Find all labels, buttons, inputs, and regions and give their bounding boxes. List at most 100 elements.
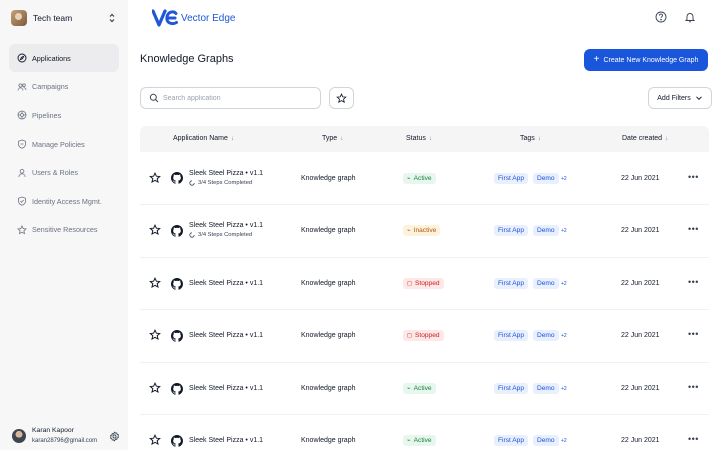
sort-icon: ↓ — [340, 135, 344, 142]
add-filters-button[interactable]: Add Filters — [648, 87, 712, 109]
more-options-icon[interactable]: ••• — [688, 382, 699, 392]
application-name[interactable]: Sleek Steel Pizza • v1.1 — [189, 332, 263, 339]
search-icon — [149, 93, 159, 103]
sidebar-item-users-roles[interactable]: Users & Roles — [9, 158, 119, 187]
favorite-star-icon[interactable] — [149, 434, 161, 446]
more-options-icon[interactable]: ••• — [688, 172, 699, 182]
date-created: 22 Jun 2021 — [621, 174, 660, 182]
favorite-star-icon[interactable] — [149, 171, 161, 184]
type-cell: Knowledge graph — [301, 227, 356, 234]
table-row[interactable]: Sleek Steel Pizza • v1.1 Knowledge graph… — [140, 310, 709, 363]
more-tags-count[interactable]: +2 — [561, 386, 567, 392]
application-name[interactable]: Sleek Steel Pizza • v1.1 — [189, 437, 263, 444]
user-email: karan28796@gmail.com — [32, 438, 98, 444]
team-logo — [11, 10, 27, 26]
search-box[interactable] — [140, 87, 321, 109]
table-row[interactable]: Sleek Steel Pizza • v1.1 Knowledge graph… — [140, 258, 709, 310]
more-options-icon[interactable]: ••• — [688, 434, 699, 444]
tag-badge[interactable]: First App — [494, 382, 529, 394]
table-row[interactable]: Sleek Steel Pizza • v1.1 3/4 Steps Compl… — [140, 153, 709, 205]
plus-icon: + — [593, 54, 600, 65]
github-icon — [171, 172, 183, 184]
more-options-icon[interactable]: ••• — [688, 329, 699, 339]
more-tags-count[interactable]: +2 — [561, 176, 567, 182]
star-icon — [336, 92, 347, 103]
application-name[interactable]: Sleek Steel Pizza • v1.1 — [189, 222, 263, 229]
chevron-down-icon — [695, 96, 702, 101]
tag-badge[interactable]: First App — [494, 225, 529, 236]
sidebar-item-label: Pipelines — [32, 110, 62, 120]
team-name: Tech team — [33, 13, 73, 23]
column-header-tags[interactable]: Tags ↓ — [520, 135, 541, 142]
table-header: Application Name ↓ Type ↓ Status ↓ Tags ↓ Da… — [140, 126, 709, 152]
activity-icon: ⌁ — [407, 228, 411, 234]
tag-badge[interactable]: First App — [494, 172, 529, 184]
steps-text: 3/4 Steps Completed — [198, 232, 253, 238]
activity-icon: ⌁ — [407, 385, 411, 392]
more-options-icon[interactable]: ••• — [688, 277, 699, 287]
tag-badge[interactable]: First App — [494, 277, 529, 289]
type-cell: Knowledge graph — [301, 174, 356, 182]
column-header-name[interactable]: Application Name ↓ — [173, 135, 234, 142]
favorites-filter-button[interactable] — [329, 87, 354, 109]
status-badge: ◻ Stopped — [403, 277, 444, 289]
tag-badge[interactable]: Demo — [533, 172, 559, 184]
chevron-up-down-icon[interactable] — [107, 12, 117, 24]
progress-ring-icon — [189, 179, 195, 186]
tag-badge[interactable]: First App — [494, 330, 529, 341]
user-info: Karan Kapoor karan28796@gmail.com — [32, 426, 109, 446]
user-profile[interactable]: Karan Kapoor karan28796@gmail.com — [12, 426, 120, 446]
type-cell: Knowledge graph — [301, 384, 356, 392]
favorite-star-icon[interactable] — [149, 224, 161, 236]
sidebar-item-manage-policies[interactable]: Manage Policies — [9, 130, 119, 159]
favorite-star-icon[interactable] — [149, 276, 161, 289]
team-switcher[interactable]: Tech team — [11, 9, 117, 27]
tag-badge[interactable]: Demo — [533, 382, 559, 394]
brand-logo[interactable]: Vector Edge — [152, 8, 235, 28]
more-tags-count[interactable]: +2 — [561, 438, 567, 444]
sidebar-nav: Applications Campaigns Pipelines Manage … — [9, 44, 119, 244]
column-label: Tags — [520, 135, 535, 142]
search-input[interactable] — [163, 94, 313, 102]
sidebar-item-applications[interactable]: Applications — [9, 44, 119, 72]
create-knowledge-graph-button[interactable]: + Create New Knowledge Graph — [584, 49, 708, 71]
table-row[interactable]: Sleek Steel Pizza • v1.1 3/4 Steps Compl… — [140, 205, 709, 258]
status-text: Stopped — [414, 332, 440, 339]
add-filters-label: Add Filters — [657, 94, 691, 102]
column-header-date[interactable]: Date created ↓ — [622, 135, 668, 142]
status-badge: ⌁ Active — [403, 435, 436, 446]
application-name[interactable]: Sleek Steel Pizza • v1.1 — [189, 170, 263, 177]
status-text: Inactive — [413, 227, 437, 234]
column-header-status[interactable]: Status ↓ — [406, 135, 432, 142]
tag-badge[interactable]: Demo — [533, 225, 559, 236]
sidebar-item-identity-access[interactable]: Identity Access Mgmt. — [9, 187, 119, 216]
table-row[interactable]: Sleek Steel Pizza • v1.1 Knowledge graph… — [140, 415, 709, 450]
tag-badge[interactable]: First App — [494, 435, 529, 446]
steps-progress: 3/4 Steps Completed — [189, 232, 252, 238]
sidebar-item-sensitive-resources[interactable]: Sensitive Resources — [9, 216, 119, 245]
sidebar-item-campaigns[interactable]: Campaigns — [9, 73, 119, 102]
tag-badge[interactable]: Demo — [533, 435, 559, 446]
application-name[interactable]: Sleek Steel Pizza • v1.1 — [189, 280, 263, 287]
more-options-icon[interactable]: ••• — [688, 224, 699, 234]
table-row[interactable]: Sleek Steel Pizza • v1.1 Knowledge graph… — [140, 363, 709, 415]
sidebar-item-pipelines[interactable]: Pipelines — [9, 101, 119, 130]
more-tags-count[interactable]: +2 — [561, 228, 567, 234]
github-icon — [171, 224, 183, 237]
column-header-type[interactable]: Type ↓ — [322, 135, 343, 142]
compass-icon — [17, 53, 27, 63]
more-tags-count[interactable]: +2 — [561, 281, 567, 287]
favorite-star-icon[interactable] — [149, 329, 161, 341]
star-icon — [17, 224, 27, 235]
date-created: 22 Jun 2021 — [621, 332, 660, 339]
status-text: Active — [413, 437, 432, 444]
help-icon[interactable] — [655, 11, 667, 23]
tag-badge[interactable]: Demo — [533, 330, 559, 341]
more-tags-count[interactable]: +2 — [561, 333, 567, 339]
status-badge: ⌁ Inactive — [403, 225, 441, 236]
bell-icon[interactable] — [684, 11, 696, 23]
gear-icon[interactable] — [109, 430, 120, 442]
favorite-star-icon[interactable] — [149, 381, 161, 394]
tag-badge[interactable]: Demo — [533, 277, 559, 289]
application-name[interactable]: Sleek Steel Pizza • v1.1 — [189, 385, 263, 392]
